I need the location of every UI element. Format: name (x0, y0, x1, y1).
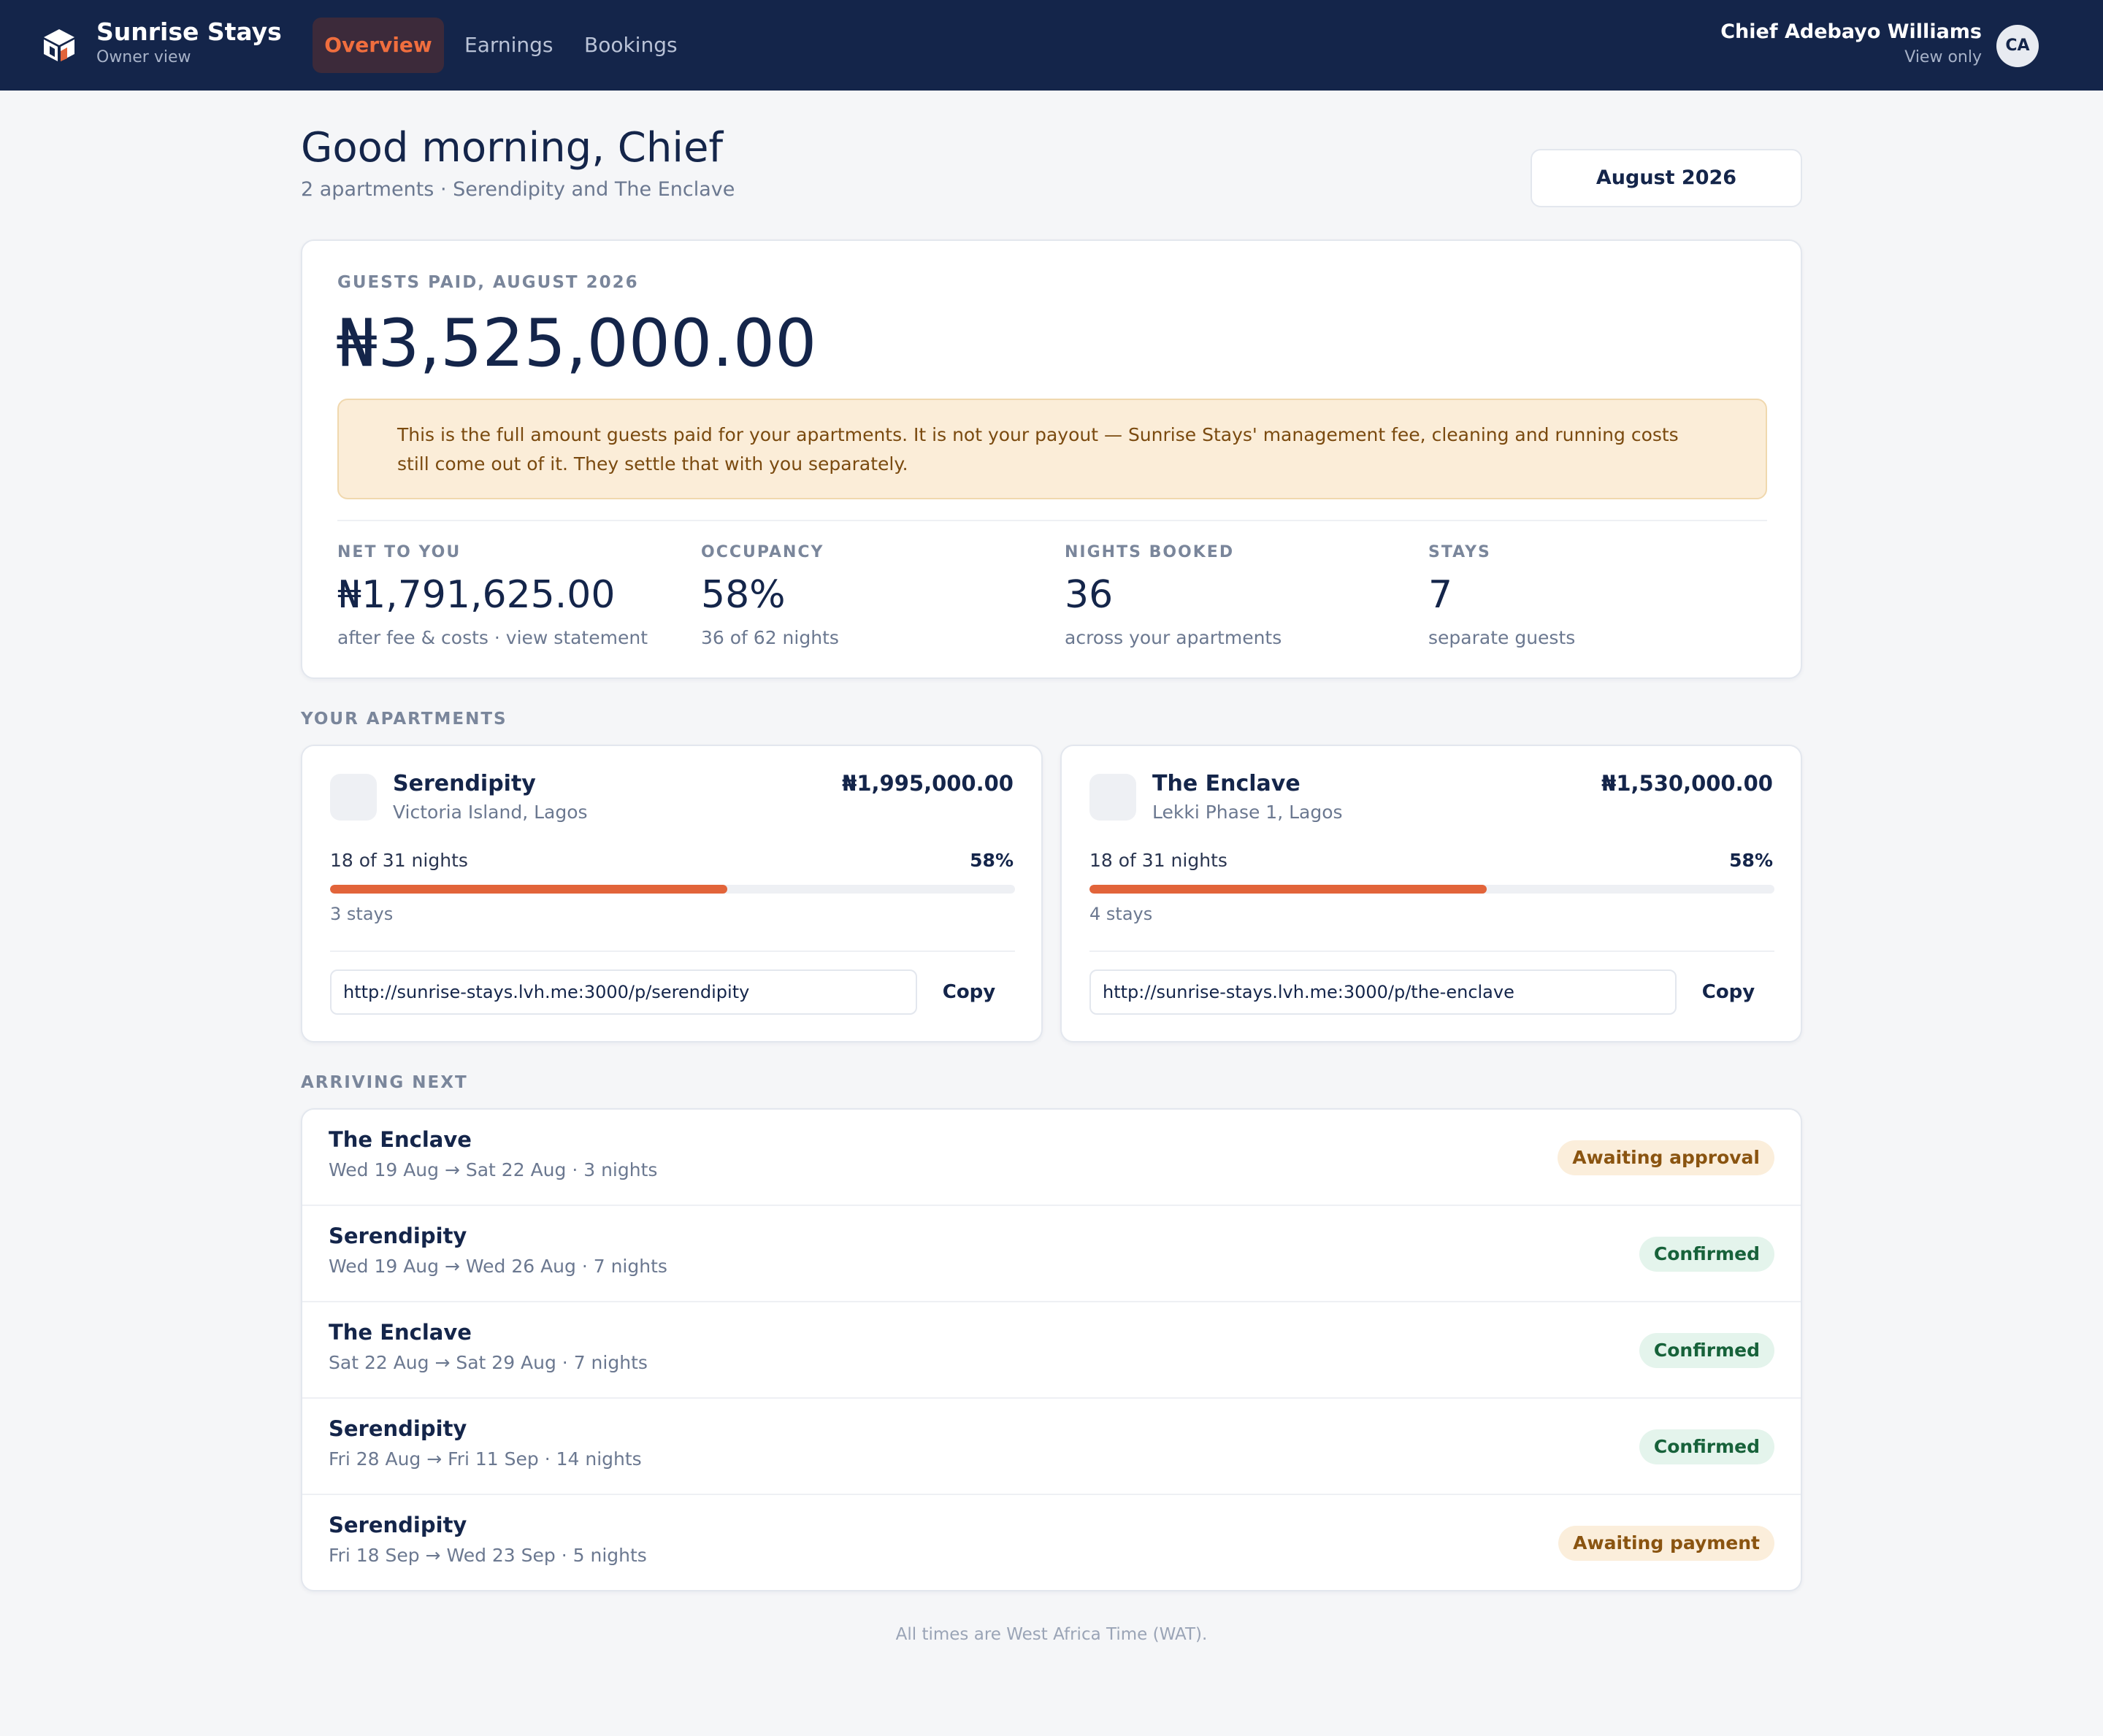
list-item[interactable]: Serendipity Fri 28 Aug → Fri 11 Sep · 14… (302, 1399, 1801, 1495)
stat-value: 36 (1065, 573, 1114, 617)
nav-earnings[interactable]: Earnings (464, 18, 553, 73)
avatar[interactable]: CA (1996, 25, 2039, 67)
top-bar: Sunrise Stays Owner view Overview Earnin… (0, 0, 2103, 91)
stat-occupancy: OCCUPANCY 58% 36 of 62 nights (701, 543, 839, 648)
stat-net-to-you: NET TO YOU ₦1,791,625.00 after fee & cos… (337, 543, 648, 648)
house-cube-icon (44, 29, 74, 61)
apartment-thumbnail (1089, 774, 1136, 821)
apartment-stays: 3 stays (330, 904, 394, 924)
divider (337, 520, 1767, 521)
user-role: View only (1904, 48, 1982, 66)
payout-notice: This is the full amount guests paid for … (337, 399, 1767, 499)
stat-value: 7 (1428, 573, 1453, 617)
list-item[interactable]: The Enclave Wed 19 Aug → Sat 22 Aug · 3 … (302, 1110, 1801, 1206)
apartment-card-serendipity: Serendipity Victoria Island, Lagos ₦1,99… (301, 745, 1043, 1042)
stat-stays: STAYS 7 separate guests (1428, 543, 1575, 648)
apartments-section-label: YOUR APARTMENTS (301, 710, 507, 729)
occupancy-bar (1089, 885, 1774, 894)
apartment-thumbnail (330, 774, 377, 821)
view-statement-link[interactable]: after fee & costs · view statement (337, 627, 648, 648)
stat-nights-booked: NIGHTS BOOKED 36 across your apartments (1065, 543, 1282, 648)
status-badge: Awaiting approval (1558, 1140, 1774, 1175)
arrival-dates: Wed 19 Aug → Sat 22 Aug · 3 nights (329, 1159, 658, 1180)
copy-link-button[interactable]: Copy (923, 969, 1015, 1015)
list-item[interactable]: The Enclave Sat 22 Aug → Sat 29 Aug · 7 … (302, 1302, 1801, 1399)
apartment-occupancy: 58% (970, 850, 1014, 871)
arrival-dates: Fri 28 Aug → Fri 11 Sep · 14 nights (329, 1448, 642, 1470)
apartment-card-the-enclave: The Enclave Lekki Phase 1, Lagos ₦1,530,… (1060, 745, 1802, 1042)
status-badge: Confirmed (1639, 1237, 1774, 1272)
stat-value: 58% (701, 573, 786, 617)
brand-subtitle: Owner view (96, 48, 191, 66)
divider (330, 950, 1015, 952)
month-picker-button[interactable]: August 2026 (1531, 149, 1802, 207)
arrival-apartment: The Enclave (329, 1127, 472, 1152)
stat-value: ₦1,791,625.00 (337, 573, 616, 617)
booking-link-field[interactable] (1089, 969, 1677, 1015)
arrival-apartment: Serendipity (329, 1416, 467, 1441)
summary-label: GUESTS PAID, AUGUST 2026 (337, 273, 639, 292)
arrival-apartment: Serendipity (329, 1224, 467, 1248)
stat-label: NIGHTS BOOKED (1065, 543, 1235, 561)
apartment-amount: ₦1,530,000.00 (1601, 771, 1773, 796)
apartment-name: Serendipity (393, 771, 536, 796)
status-badge: Awaiting payment (1558, 1526, 1774, 1561)
arrivals-list: The Enclave Wed 19 Aug → Sat 22 Aug · 3 … (301, 1108, 1802, 1591)
list-item[interactable]: Serendipity Wed 19 Aug → Wed 26 Aug · 7 … (302, 1206, 1801, 1302)
copy-link-button[interactable]: Copy (1682, 969, 1774, 1015)
booking-link-field[interactable] (330, 969, 917, 1015)
apartment-amount: ₦1,995,000.00 (842, 771, 1014, 796)
divider (1089, 950, 1774, 952)
arrival-apartment: The Enclave (329, 1320, 472, 1345)
stat-label: OCCUPANCY (701, 543, 824, 561)
page-subtitle: 2 apartments · Serendipity and The Encla… (301, 178, 735, 201)
status-badge: Confirmed (1639, 1429, 1774, 1464)
apartment-nights: 18 of 31 nights (1089, 850, 1227, 871)
summary-amount: ₦3,525,000.00 (336, 305, 817, 382)
stat-label: STAYS (1428, 543, 1491, 561)
apartment-location: Victoria Island, Lagos (393, 802, 588, 823)
timezone-note: All times are West Africa Time (WAT). (895, 1625, 1208, 1644)
user-name: Chief Adebayo Williams (1720, 20, 1982, 43)
apartment-stays: 4 stays (1089, 904, 1153, 924)
status-badge: Confirmed (1639, 1333, 1774, 1368)
arrival-dates: Fri 18 Sep → Wed 23 Sep · 5 nights (329, 1545, 647, 1566)
nav-bookings[interactable]: Bookings (584, 18, 678, 73)
stat-sub: across your apartments (1065, 627, 1282, 648)
apartment-occupancy: 58% (1729, 850, 1773, 871)
nav-overview[interactable]: Overview (313, 18, 444, 73)
arrival-apartment: Serendipity (329, 1513, 467, 1537)
arrivals-section-label: ARRIVING NEXT (301, 1073, 468, 1092)
brand-name: Sunrise Stays (96, 18, 282, 46)
arrival-dates: Sat 22 Aug → Sat 29 Aug · 7 nights (329, 1352, 648, 1373)
stat-label: NET TO YOU (337, 543, 461, 561)
apartment-location: Lekki Phase 1, Lagos (1152, 802, 1343, 823)
occupancy-bar-fill (1089, 885, 1487, 894)
occupancy-bar-fill (330, 885, 728, 894)
stat-sub: 36 of 62 nights (701, 627, 839, 648)
arrival-dates: Wed 19 Aug → Wed 26 Aug · 7 nights (329, 1256, 667, 1277)
stat-sub: separate guests (1428, 627, 1576, 648)
occupancy-bar (330, 885, 1015, 894)
earnings-summary-card: GUESTS PAID, AUGUST 2026 ₦3,525,000.00 T… (301, 239, 1802, 679)
apartment-name: The Enclave (1152, 771, 1301, 796)
apartment-nights: 18 of 31 nights (330, 850, 468, 871)
list-item[interactable]: Serendipity Fri 18 Sep → Wed 23 Sep · 5 … (302, 1495, 1801, 1590)
page-title: Good morning, Chief (301, 124, 724, 172)
